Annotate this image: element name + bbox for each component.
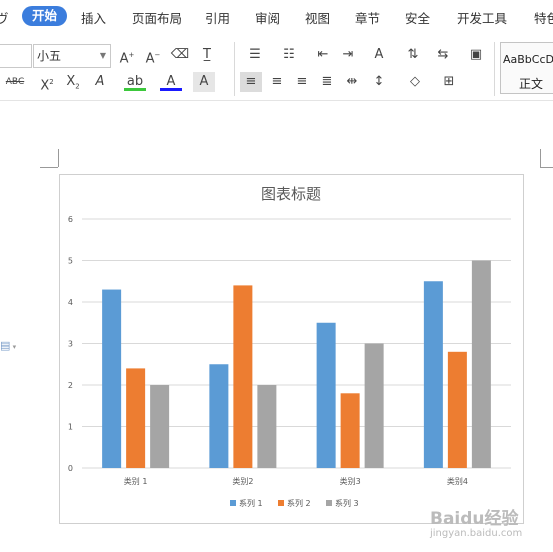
watermark-logo: Baidu经验 — [430, 509, 519, 529]
increase-indent-icon[interactable]: ⇥ — [337, 45, 359, 65]
page-corner-mark — [40, 167, 58, 168]
tab-view[interactable]: 视图 — [305, 8, 330, 27]
paste-options-icon[interactable]: ▤ ▾ — [0, 339, 16, 352]
ribbon-toolbar: 小五 ▼ A+ A− ⌫ T̲ ABC X2 X2 A ab A A ☰ ☷ ⇤… — [0, 36, 553, 101]
tab-features[interactable]: 特色 — [534, 8, 553, 27]
x-tick-label: 类别 1 — [124, 476, 148, 486]
tab-references[interactable]: 引用 — [205, 8, 230, 27]
legend-swatch — [278, 500, 284, 506]
pinyin-icon[interactable]: T̲ — [196, 45, 218, 65]
bar — [209, 364, 229, 468]
borders-icon[interactable]: ⊞ — [438, 72, 460, 92]
y-tick-label: 6 — [68, 215, 73, 224]
bar — [233, 285, 253, 468]
y-tick-label: 0 — [68, 464, 73, 473]
decrease-indent-icon[interactable]: ⇤ — [312, 45, 334, 65]
align-center-icon[interactable]: ≡ — [266, 72, 288, 92]
page-corner-mark — [540, 149, 541, 167]
chinese-layout-icon[interactable]: A — [368, 45, 390, 65]
y-tick-label: 4 — [68, 298, 73, 307]
font-size-value: 小五 — [37, 49, 62, 63]
bar — [257, 385, 277, 468]
divider — [494, 42, 495, 96]
shrink-font-icon[interactable]: A− — [142, 45, 164, 66]
line-spacing-icon[interactable]: ↕ — [368, 72, 390, 92]
clear-format-icon[interactable]: ⌫ — [169, 45, 191, 65]
grow-font-icon[interactable]: A+ — [116, 45, 138, 66]
highlight-icon[interactable]: ab — [124, 72, 146, 91]
align-right-icon[interactable]: ≡ — [291, 72, 313, 92]
tab-review[interactable]: 审阅 — [255, 8, 280, 27]
tab-security[interactable]: 安全 — [405, 8, 430, 27]
shading-icon[interactable]: ◇ — [404, 72, 426, 92]
y-tick-label: 2 — [68, 381, 73, 390]
y-tick-label: 3 — [68, 340, 73, 349]
tab-section[interactable]: 章节 — [355, 8, 380, 27]
sort-icon[interactable]: ⇅ — [402, 45, 424, 65]
tab-insert[interactable]: 插入 — [81, 8, 106, 27]
bar — [364, 343, 384, 468]
tab-developer[interactable]: 开发工具 — [457, 8, 507, 27]
chevron-down-icon: ▼ — [99, 51, 106, 60]
y-tick-label: 1 — [68, 423, 73, 432]
bar — [102, 289, 122, 468]
numbered-list-icon[interactable]: ☷ — [278, 45, 300, 65]
x-tick-label: 类别4 — [447, 476, 468, 486]
char-shading-icon[interactable]: A — [193, 72, 215, 92]
style-name: 正文 — [519, 77, 544, 91]
bar — [316, 322, 336, 468]
divider — [234, 42, 235, 96]
tab-file[interactable]: ヴ — [0, 8, 9, 27]
page-corner-mark — [540, 167, 553, 168]
superscript-icon[interactable]: X2 — [36, 72, 58, 93]
font-size-select[interactable]: 小五 ▼ — [33, 44, 111, 68]
show-marks-icon[interactable]: ▣ — [465, 45, 487, 65]
bar — [447, 351, 467, 468]
x-tick-label: 类别2 — [232, 476, 253, 486]
legend-label: 系列 1 — [239, 498, 263, 508]
x-tick-label: 类别3 — [340, 476, 361, 486]
legend-label: 系列 3 — [335, 498, 359, 508]
bar — [126, 368, 146, 468]
align-left-icon[interactable]: ≡ — [240, 72, 262, 92]
ribbon-tabs: ヴ 开始 插入 页面布局 引用 审阅 视图 章节 安全 开发工具 特色 — [0, 0, 553, 36]
bar — [150, 385, 170, 468]
distribute-icon[interactable]: ⇹ — [341, 72, 363, 92]
chart-container[interactable]: 图表标题 0 1 2 3 4 5 6 类别 1 类别2 类别3 类别4 系列 1 系列 2 系列 3 — [59, 174, 524, 524]
bar — [340, 393, 360, 468]
line-spacing-adjust-icon[interactable]: ⇆ — [432, 45, 454, 65]
style-preview: AaBbCcD — [503, 53, 553, 66]
tab-home[interactable]: 开始 — [22, 6, 68, 26]
page-corner-mark — [58, 149, 59, 167]
legend-swatch — [326, 500, 332, 506]
y-tick-label: 5 — [68, 257, 73, 266]
font-family-select[interactable] — [0, 44, 32, 68]
chart-title: 图表标题 — [261, 185, 321, 203]
legend-label: 系列 2 — [287, 498, 311, 508]
text-effect-icon[interactable]: A — [89, 72, 111, 92]
justify-icon[interactable]: ≣ — [316, 72, 338, 92]
subscript-icon[interactable]: X2 — [62, 72, 84, 92]
bullet-list-icon[interactable]: ☰ — [244, 45, 266, 65]
bar — [423, 281, 443, 468]
strikethrough-icon[interactable]: ABC — [0, 72, 30, 92]
font-color-icon[interactable]: A — [160, 72, 182, 91]
style-normal[interactable]: AaBbCcD 正文 — [500, 42, 553, 94]
watermark-url: jingyan.baidu.com — [430, 528, 523, 539]
bar-chart: 图表标题 0 1 2 3 4 5 6 类别 1 类别2 类别3 类别4 系列 1 系列 2 系列 3 — [68, 185, 511, 508]
bar — [471, 260, 491, 468]
legend-swatch — [230, 500, 236, 506]
tab-page-layout[interactable]: 页面布局 — [132, 8, 182, 27]
